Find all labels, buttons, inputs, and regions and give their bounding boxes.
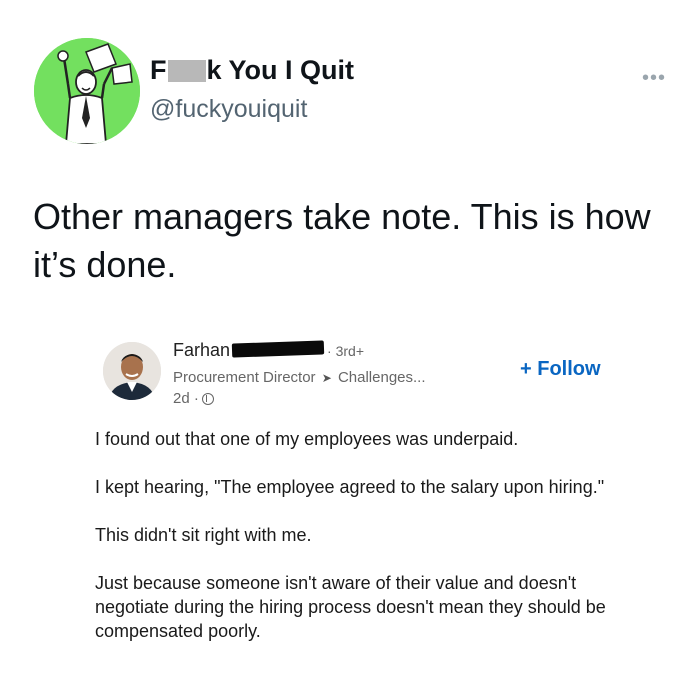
display-name-start: F bbox=[150, 55, 167, 85]
headline-role: Procurement Director bbox=[173, 369, 316, 386]
post-author-avatar bbox=[103, 342, 161, 400]
follow-button[interactable]: + Follow bbox=[520, 358, 601, 381]
user-handle[interactable]: @fuckyouiquit bbox=[150, 95, 307, 124]
author-first-name: Farhan bbox=[173, 340, 231, 360]
arrow-right-icon: ➤ bbox=[321, 371, 332, 385]
embedded-post-screenshot: Farhan · 3rd+ Procurement Director ➤ Chal… bbox=[0, 330, 700, 700]
quitting-man-illustration bbox=[34, 38, 140, 144]
tweet-text: Other managers take note. This is how it… bbox=[33, 196, 651, 285]
more-dots-icon[interactable]: ••• bbox=[642, 68, 666, 88]
redaction-mark bbox=[231, 340, 325, 358]
censor-block bbox=[167, 60, 206, 82]
display-name-end: k You I Quit bbox=[206, 55, 355, 85]
headline-extra: Challenges... bbox=[337, 369, 426, 386]
display-name[interactable]: Fk You I Quit bbox=[150, 55, 354, 86]
post-body: I found out that one of my employees was… bbox=[95, 427, 635, 667]
post-paragraph: I kept hearing, "The employee agreed to … bbox=[95, 477, 605, 497]
post-timestamp: 2d · bbox=[173, 390, 214, 407]
profile-avatar[interactable] bbox=[34, 38, 140, 144]
post-paragraph: This didn't sit right with me. bbox=[95, 525, 312, 545]
author-headline: Procurement Director ➤ Challenges... bbox=[173, 369, 426, 386]
post-paragraph: Just because someone isn't aware of thei… bbox=[95, 573, 606, 641]
person-portrait-icon bbox=[103, 342, 161, 400]
globe-icon bbox=[201, 393, 214, 405]
connection-degree: · 3rd+ bbox=[327, 343, 365, 359]
posted-ago: 2d · bbox=[173, 390, 199, 407]
post-paragraph: I found out that one of my employees was… bbox=[95, 429, 519, 449]
post-author[interactable]: Farhan · 3rd+ bbox=[173, 340, 364, 361]
